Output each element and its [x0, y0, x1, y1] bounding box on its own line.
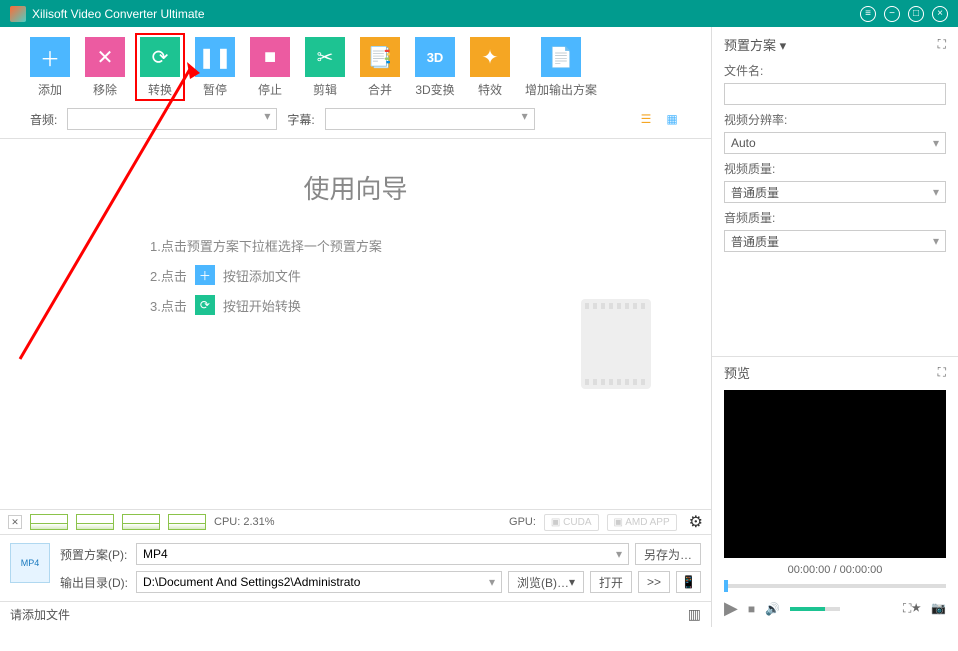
wand-icon: ✦ — [470, 37, 510, 77]
perf-close-button[interactable]: ✕ — [8, 515, 22, 529]
browse-button[interactable]: 浏览(B)… ▾ — [508, 571, 584, 593]
preview-expand-icon[interactable]: ⛶ — [938, 365, 946, 380]
preview-header: 预览 — [724, 363, 750, 382]
preview-time: 00:00:00 / 00:00:00 — [724, 558, 946, 582]
stop-icon: ■ — [250, 37, 290, 77]
scissors-icon: ✂ — [305, 37, 345, 77]
performance-bar: ✕ CPU: 2.31% GPU: ▣ CUDA ▣ AMD APP ⚙ — [0, 509, 711, 535]
audio-quality-label: 音频质量: — [724, 209, 946, 226]
x-icon: ✕ — [85, 37, 125, 77]
snapshot-icon[interactable]: 📷 — [931, 601, 946, 616]
refresh-icon: ⟳ — [195, 295, 215, 315]
effects-button[interactable]: ✦ 特效 — [470, 37, 510, 98]
remove-button[interactable]: ✕ 移除 — [85, 37, 125, 98]
minimize-button[interactable]: − — [884, 6, 900, 22]
resolution-label: 视频分辨率: — [724, 111, 946, 128]
3d-button[interactable]: 3D 3D变换 — [415, 37, 455, 98]
preview-slider[interactable] — [724, 584, 946, 588]
status-message: 请添加文件 — [10, 606, 70, 623]
video-quality-select[interactable]: 普通质量 — [724, 181, 946, 203]
cpu-graph-1 — [30, 514, 68, 530]
status-log-icon[interactable]: ▥ — [688, 606, 701, 623]
play-button[interactable]: ▶ — [724, 598, 738, 619]
volume-icon[interactable]: 🔊 — [765, 602, 780, 616]
app-title: Xilisoft Video Converter Ultimate — [32, 7, 205, 21]
fullscreen-icon[interactable]: ⛶★ — [903, 601, 921, 616]
output-controls: MP4 预置方案(P): MP4▾ 另存为… 输出目录(D): D:\Docum… — [0, 535, 711, 602]
cpu-graph-4 — [168, 514, 206, 530]
grid-view-icon[interactable]: ▦ — [663, 110, 681, 128]
app-logo-icon — [10, 6, 26, 22]
status-bar: 请添加文件 ▥ — [0, 602, 711, 627]
right-panel: 预置方案 ▾ ⛶ 文件名: 视频分辨率: Auto 视频质量: 普通质量 音频质… — [712, 27, 958, 627]
film-placeholder-icon — [581, 299, 651, 389]
amd-badge[interactable]: ▣ AMD APP — [607, 514, 677, 531]
save-as-button[interactable]: 另存为… — [635, 543, 701, 565]
3d-icon: 3D — [415, 37, 455, 77]
preview-video-area — [724, 390, 946, 558]
preset-expand-icon[interactable]: ⛶ — [938, 37, 946, 52]
add-button[interactable]: ＋ 添加 — [30, 37, 70, 98]
preset-header: 预置方案 ▾ — [724, 35, 786, 54]
wizard-title: 使用向导 — [30, 169, 681, 206]
wizard-step-1: 1.点击预置方案下拉框选择一个预置方案 — [150, 236, 681, 255]
maximize-button[interactable]: □ — [908, 6, 924, 22]
titlebar: Xilisoft Video Converter Ultimate ≡ − □ … — [0, 0, 958, 27]
content-area: 使用向导 1.点击预置方案下拉框选择一个预置方案 2.点击 ＋ 按钮添加文件 3… — [0, 139, 711, 509]
dest-label: 输出目录(D): — [60, 574, 130, 591]
stop-button[interactable]: ■ 停止 — [250, 37, 290, 98]
volume-slider[interactable] — [790, 607, 840, 611]
document-icon: 📄 — [541, 37, 581, 77]
filename-input[interactable] — [724, 83, 946, 105]
list-view-icon[interactable]: ☰ — [637, 110, 655, 128]
sub-toolbar: 音频: ▾ 字幕: ▾ ☰ ▦ — [0, 104, 711, 139]
refresh-icon: ⟳ — [140, 37, 180, 77]
settings-gear-icon[interactable]: ⚙ — [689, 512, 703, 532]
filename-label: 文件名: — [724, 62, 946, 79]
pause-icon: ❚❚ — [195, 37, 235, 77]
profile-label: 预置方案(P): — [60, 546, 130, 563]
cut-button[interactable]: ✂ 剪辑 — [305, 37, 345, 98]
gpu-label: GPU: — [509, 516, 536, 528]
resolution-select[interactable]: Auto — [724, 132, 946, 154]
convert-button[interactable]: ⟳ 转换 — [140, 37, 180, 98]
audio-label: 音频: — [30, 111, 57, 128]
merge-icon: 📑 — [360, 37, 400, 77]
subtitle-label: 字幕: — [287, 111, 314, 128]
device-button[interactable]: 📱 — [676, 571, 701, 593]
pause-button[interactable]: ❚❚ 暂停 — [195, 37, 235, 98]
wizard-step-2: 2.点击 ＋ 按钮添加文件 — [150, 265, 681, 285]
add-profile-button[interactable]: 📄 增加输出方案 — [525, 37, 597, 98]
mp4-file-icon: MP4 — [10, 543, 50, 583]
main-toolbar: ＋ 添加 ✕ 移除 ⟳ 转换 ❚❚ 暂停 ■ 停止 ✂ 剪辑 — [0, 27, 711, 104]
open-button[interactable]: 打开 — [590, 571, 632, 593]
cpu-graph-3 — [122, 514, 160, 530]
video-quality-label: 视频质量: — [724, 160, 946, 177]
stop-preview-button[interactable]: ■ — [748, 602, 755, 616]
more-options-button[interactable]: >> — [638, 571, 670, 593]
audio-select[interactable]: ▾ — [67, 108, 277, 130]
plus-icon: ＋ — [195, 265, 215, 285]
dest-input[interactable]: D:\Document And Settings2\Administrato▾ — [136, 571, 502, 593]
cpu-label: CPU: 2.31% — [214, 516, 275, 528]
cuda-badge[interactable]: ▣ CUDA — [544, 514, 599, 531]
merge-button[interactable]: 📑 合并 — [360, 37, 400, 98]
menu-button[interactable]: ≡ — [860, 6, 876, 22]
audio-quality-select[interactable]: 普通质量 — [724, 230, 946, 252]
cpu-graph-2 — [76, 514, 114, 530]
plus-icon: ＋ — [30, 37, 70, 77]
subtitle-select[interactable]: ▾ — [325, 108, 535, 130]
profile-select[interactable]: MP4▾ — [136, 543, 629, 565]
close-button[interactable]: × — [932, 6, 948, 22]
